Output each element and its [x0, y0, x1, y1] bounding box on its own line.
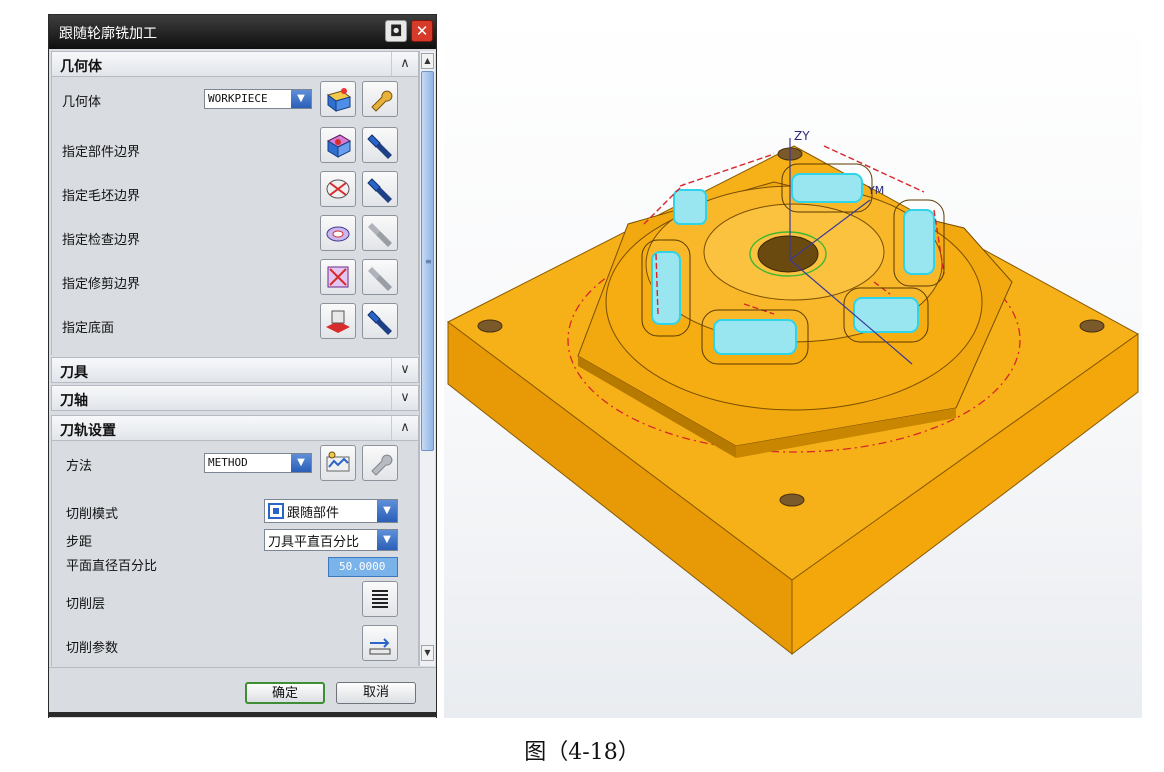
stepover-select[interactable]: 刀具平直百分比 ▼ [264, 529, 398, 551]
method-select[interactable]: METHOD ▼ [204, 453, 312, 473]
new-method-button[interactable] [320, 445, 356, 481]
select-part-boundary-button[interactable] [320, 127, 356, 163]
chevron-down-icon[interactable]: ∨ [391, 386, 418, 410]
geometry-select-value: WORKPIECE [208, 92, 268, 105]
scroll-up-button[interactable]: ▲ [421, 53, 434, 69]
chevron-down-icon: ▼ [377, 500, 397, 522]
display-part-boundary-button[interactable] [362, 127, 398, 163]
select-trim-boundary-button[interactable] [320, 259, 356, 295]
percent-input-value: 50.0000 [339, 560, 386, 573]
dialog-titlebar[interactable]: 跟随轮廓铣加工 ◘ ✕ [49, 15, 436, 49]
dialog-scrollbar[interactable]: ▲ ≡ ▼ [419, 51, 435, 666]
part-model: ZY YM [447, 129, 1139, 656]
bolt-hole [477, 319, 503, 333]
method-select-value: METHOD [208, 456, 248, 469]
center-hole [757, 235, 819, 273]
section-geometry-body: 几何体 WORKPIECE ▼ 指定部件边界 指定毛坯边界 指定检查边界 指定修… [51, 77, 419, 355]
section-path-title: 刀轨设置 [60, 423, 116, 439]
select-check-boundary-button[interactable] [320, 215, 356, 251]
cut-pattern-select-value: 跟随部件 [287, 506, 340, 521]
flashlight-icon [367, 310, 392, 335]
section-path-body: 方法 METHOD ▼ 切削模式 跟随部件 ▼ 步距 刀具平直百分比 ▼ 平面直… [51, 441, 419, 666]
chevron-down-icon: ▼ [291, 90, 311, 108]
part-boundary-label: 指定部件边界 [62, 145, 141, 160]
geometry-label: 几何体 [62, 95, 102, 110]
chevron-down-icon: ▼ [377, 530, 397, 550]
axis-ym-label: YM [867, 184, 884, 197]
check-boundary-label: 指定检查边界 [62, 233, 141, 248]
graphics-viewport[interactable]: ZY YM [444, 14, 1142, 718]
trim-boundary-icon [327, 266, 349, 288]
blank-boundary-icon [326, 179, 350, 199]
section-path-header[interactable]: 刀轨设置 ∧ [51, 415, 419, 441]
section-tool-title: 刀具 [60, 365, 88, 381]
select-blank-boundary-button[interactable] [320, 171, 356, 207]
info-button[interactable]: ◘ [385, 20, 407, 42]
blank-boundary-label: 指定毛坯边界 [62, 189, 141, 204]
flashlight-icon [368, 223, 392, 247]
ok-button[interactable]: 确定 [245, 682, 325, 704]
section-geometry-header[interactable]: 几何体 ∧ [51, 51, 419, 77]
method-icon [326, 451, 350, 472]
floor-label: 指定底面 [62, 321, 115, 336]
wrench-icon [371, 90, 393, 112]
cut-pattern-select[interactable]: 跟随部件 ▼ [264, 499, 398, 523]
section-tool-header[interactable]: 刀具 ∨ [51, 357, 419, 383]
display-trim-boundary-button[interactable] [362, 259, 398, 295]
section-axis-title: 刀轴 [60, 393, 88, 409]
dialog-content: 几何体 ∧ 几何体 WORKPIECE ▼ 指定部件边界 指定毛坯边界 指定检查… [51, 51, 419, 666]
flashlight-icon [367, 178, 392, 203]
chevron-up-icon[interactable]: ∧ [391, 416, 418, 440]
section-axis-header[interactable]: 刀轴 ∨ [51, 385, 419, 411]
axis-z-label: ZY [794, 129, 810, 143]
part-boundary-icon [326, 134, 352, 158]
cut-params-icon [369, 638, 391, 655]
stepover-label: 步距 [66, 535, 93, 550]
cancel-button[interactable]: 取消 [336, 682, 416, 704]
flashlight-icon [368, 267, 392, 291]
cut-levels-label: 切削层 [66, 597, 106, 612]
scroll-down-button[interactable]: ▼ [421, 645, 434, 661]
close-button[interactable]: ✕ [411, 20, 433, 42]
trim-boundary-label: 指定修剪边界 [62, 277, 141, 292]
select-floor-button[interactable] [320, 303, 356, 339]
bolt-hole [779, 493, 805, 507]
display-floor-button[interactable] [362, 303, 398, 339]
bolt-hole [1079, 319, 1105, 333]
edit-method-button[interactable] [362, 445, 398, 481]
wrench-icon [371, 454, 393, 476]
cut-params-label: 切削参数 [66, 641, 119, 656]
check-boundary-icon [326, 226, 350, 242]
percent-input[interactable]: 50.0000 [328, 557, 398, 577]
chevron-down-icon: ▼ [291, 454, 311, 472]
cut-levels-button[interactable] [362, 581, 398, 617]
display-blank-boundary-button[interactable] [362, 171, 398, 207]
cut-levels-icon [372, 590, 388, 608]
dialog-bottom-edge [49, 712, 436, 717]
flashlight-icon [367, 134, 392, 159]
dialog-button-bar: 确定 取消 [49, 667, 436, 718]
scroll-grip: ≡ [425, 257, 432, 266]
percent-label: 平面直径百分比 [66, 559, 158, 574]
dialog-window: 跟随轮廓铣加工 ◘ ✕ 几何体 ∧ 几何体 WORKPIECE ▼ 指定部件边界… [48, 14, 437, 718]
figure-caption: 图（4-18） [524, 740, 640, 765]
follow-part-icon [268, 503, 284, 519]
method-label: 方法 [66, 459, 93, 474]
chevron-up-icon[interactable]: ∧ [391, 52, 418, 76]
display-check-boundary-button[interactable] [362, 215, 398, 251]
scroll-thumb[interactable]: ≡ [421, 71, 434, 451]
dialog-title: 跟随轮廓铣加工 [59, 26, 157, 42]
stepover-select-value: 刀具平直百分比 [268, 535, 360, 550]
floor-plane-icon [326, 310, 350, 333]
new-geometry-button[interactable] [320, 81, 356, 117]
workpiece-icon [326, 88, 352, 112]
chevron-down-icon[interactable]: ∨ [391, 358, 418, 382]
cut-pattern-label: 切削模式 [66, 507, 119, 522]
edit-geometry-button[interactable] [362, 81, 398, 117]
cut-params-button[interactable] [362, 625, 398, 661]
geometry-select[interactable]: WORKPIECE ▼ [204, 89, 312, 109]
section-geometry-title: 几何体 [60, 59, 102, 75]
